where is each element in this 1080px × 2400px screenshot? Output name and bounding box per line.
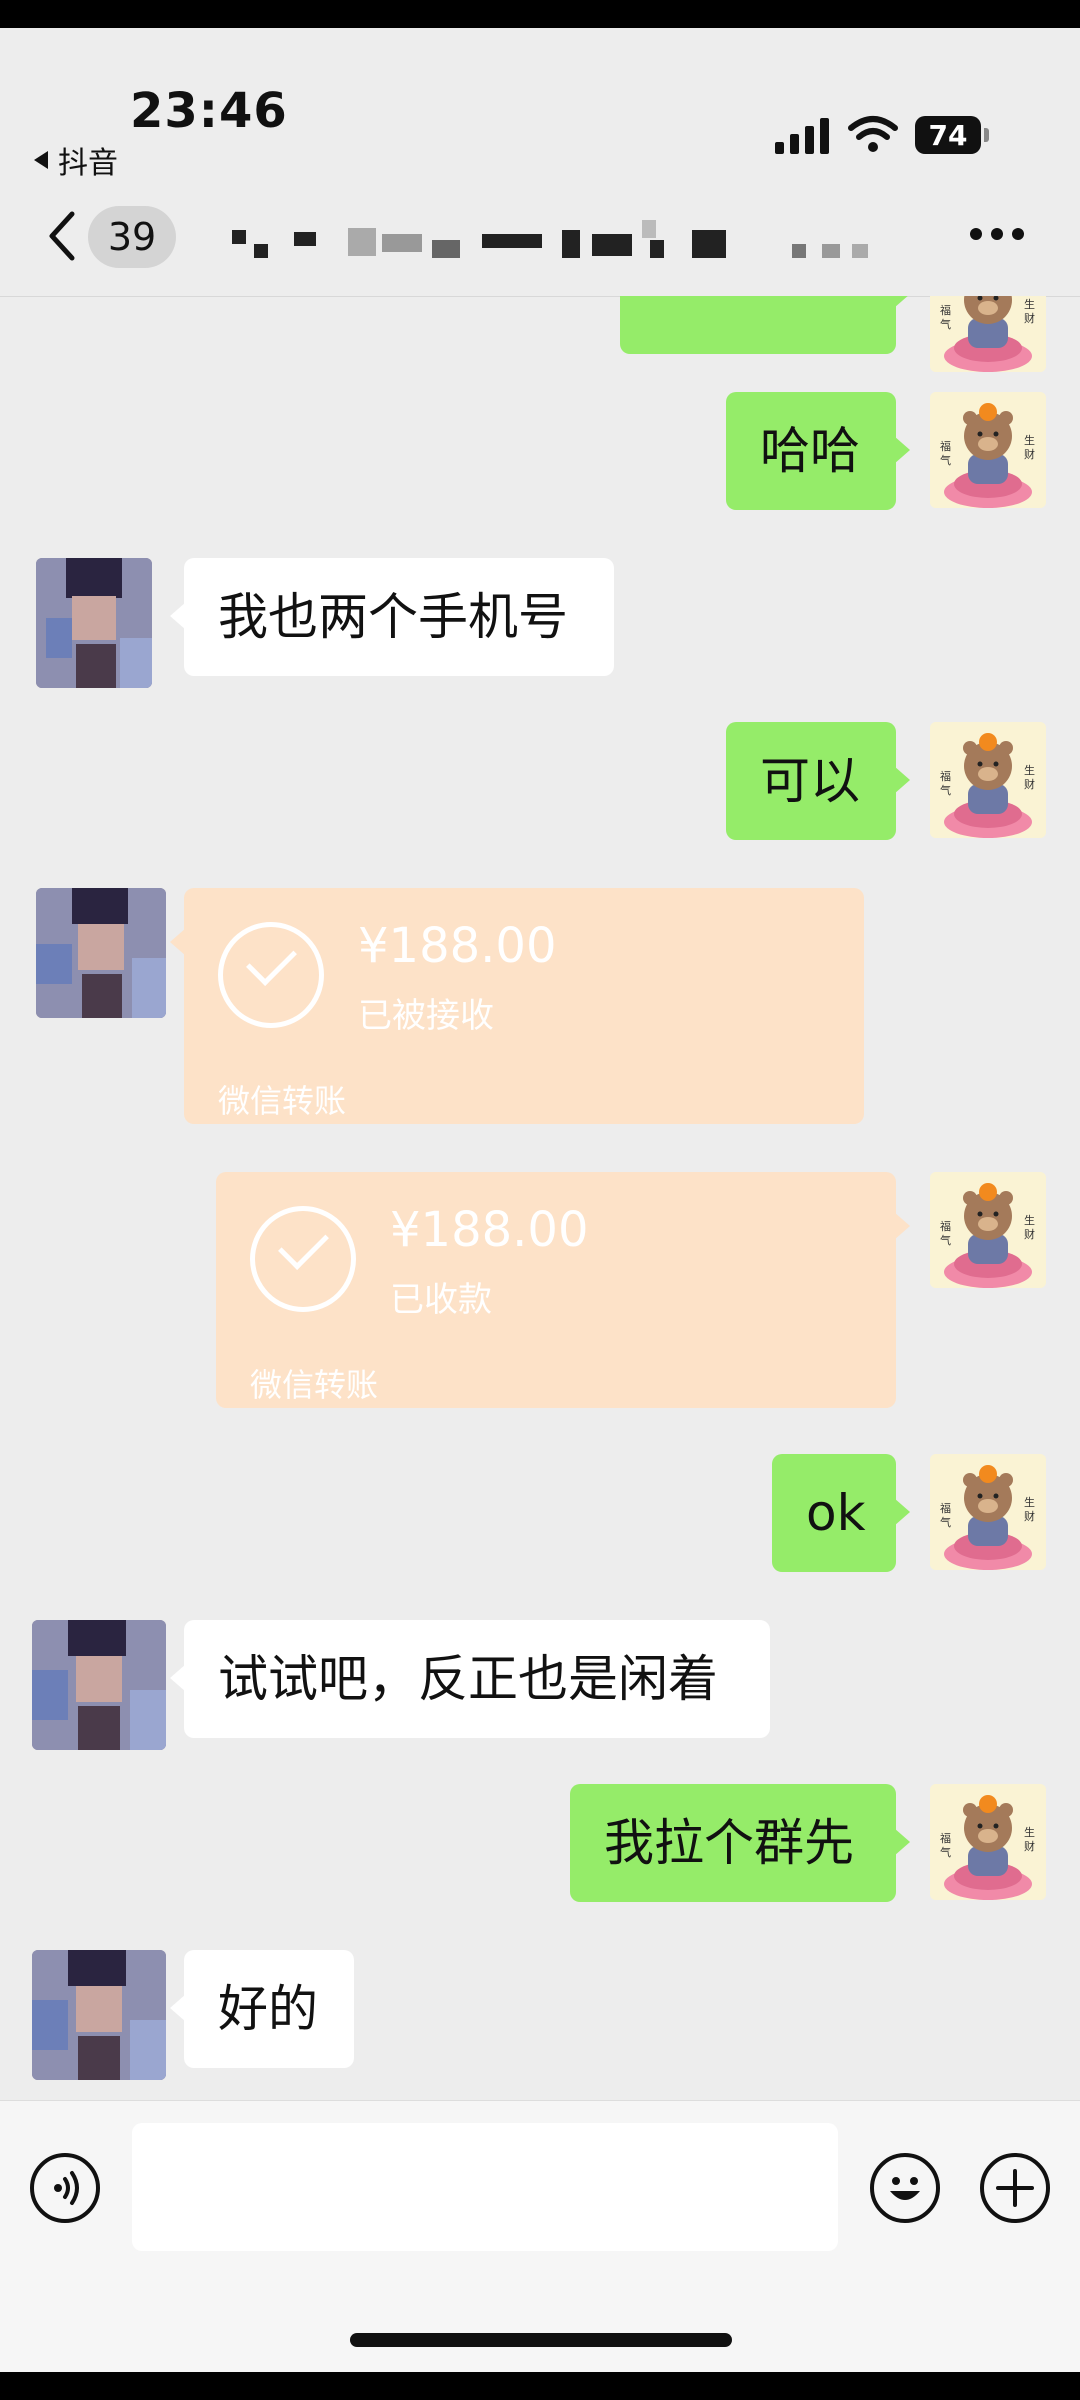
check-circle-icon (218, 922, 324, 1028)
message-bubble-mine[interactable]: 哈哈 (726, 392, 910, 510)
transfer-status: 已收款 (390, 1280, 492, 1320)
message-list[interactable]: 哈哈 福 气 生 财 (0, 296, 1080, 2100)
unread-count-badge[interactable]: 39 (88, 206, 176, 268)
bottom-edge (0, 2372, 1080, 2400)
friend-avatar[interactable] (32, 1950, 166, 2080)
more-icon[interactable] (970, 228, 1024, 240)
message-bubble-mine[interactable]: 我拉个群先 (570, 1784, 910, 1902)
message-bubble-theirs[interactable]: 好的 (170, 1950, 354, 2068)
transfer-footer: 微信转账 (250, 1366, 379, 1404)
plus-icon[interactable] (980, 2153, 1050, 2223)
check-circle-icon (250, 1206, 356, 1312)
emoji-icon[interactable] (870, 2153, 940, 2223)
battery-indicator: 74 (915, 116, 989, 154)
message-bubble-theirs[interactable]: 试试吧，反正也是闲着 (170, 1620, 770, 1738)
chat-title-redacted (232, 220, 882, 260)
transfer-card-collected[interactable]: ¥188.00 已收款 微信转账 (216, 1172, 910, 1408)
top-edge (0, 0, 1080, 28)
message-bubble-mine[interactable]: ok (772, 1454, 910, 1572)
my-avatar[interactable]: 福 气 生 财 (930, 392, 1046, 508)
friend-avatar[interactable] (36, 558, 152, 688)
chat-header: 39 (0, 178, 1080, 297)
message-bubble-partial (620, 296, 910, 354)
transfer-footer: 微信转账 (218, 1082, 347, 1120)
message-bubble-mine[interactable]: 可以 (726, 722, 910, 840)
my-avatar[interactable] (930, 722, 1046, 838)
home-indicator[interactable] (350, 2333, 732, 2347)
transfer-amount: ¥188.00 (390, 1202, 589, 1258)
wifi-icon (848, 116, 898, 152)
back-to-app[interactable]: 抖音 (34, 138, 118, 182)
message-bubble-theirs[interactable]: 我也两个手机号 (170, 558, 614, 676)
cellular-signal-icon (775, 114, 829, 154)
back-app-label: 抖音 (58, 146, 118, 181)
transfer-status: 已被接收 (358, 996, 494, 1036)
input-bar (0, 2100, 1080, 2373)
status-bar: 23:46 抖音 74 (0, 28, 1080, 181)
transfer-amount: ¥188.00 (358, 918, 557, 974)
back-triangle-icon (34, 151, 48, 169)
friend-avatar[interactable] (36, 888, 166, 1018)
message-input[interactable] (132, 2123, 838, 2251)
my-avatar[interactable] (930, 296, 1046, 372)
my-avatar[interactable] (930, 1172, 1046, 1288)
my-avatar[interactable] (930, 1454, 1046, 1570)
my-avatar[interactable] (930, 1784, 1046, 1900)
friend-avatar[interactable] (32, 1620, 166, 1750)
transfer-card-received[interactable]: ¥188.00 已被接收 微信转账 (170, 888, 864, 1124)
status-time: 23:46 (130, 83, 288, 139)
voice-icon[interactable] (30, 2153, 100, 2223)
